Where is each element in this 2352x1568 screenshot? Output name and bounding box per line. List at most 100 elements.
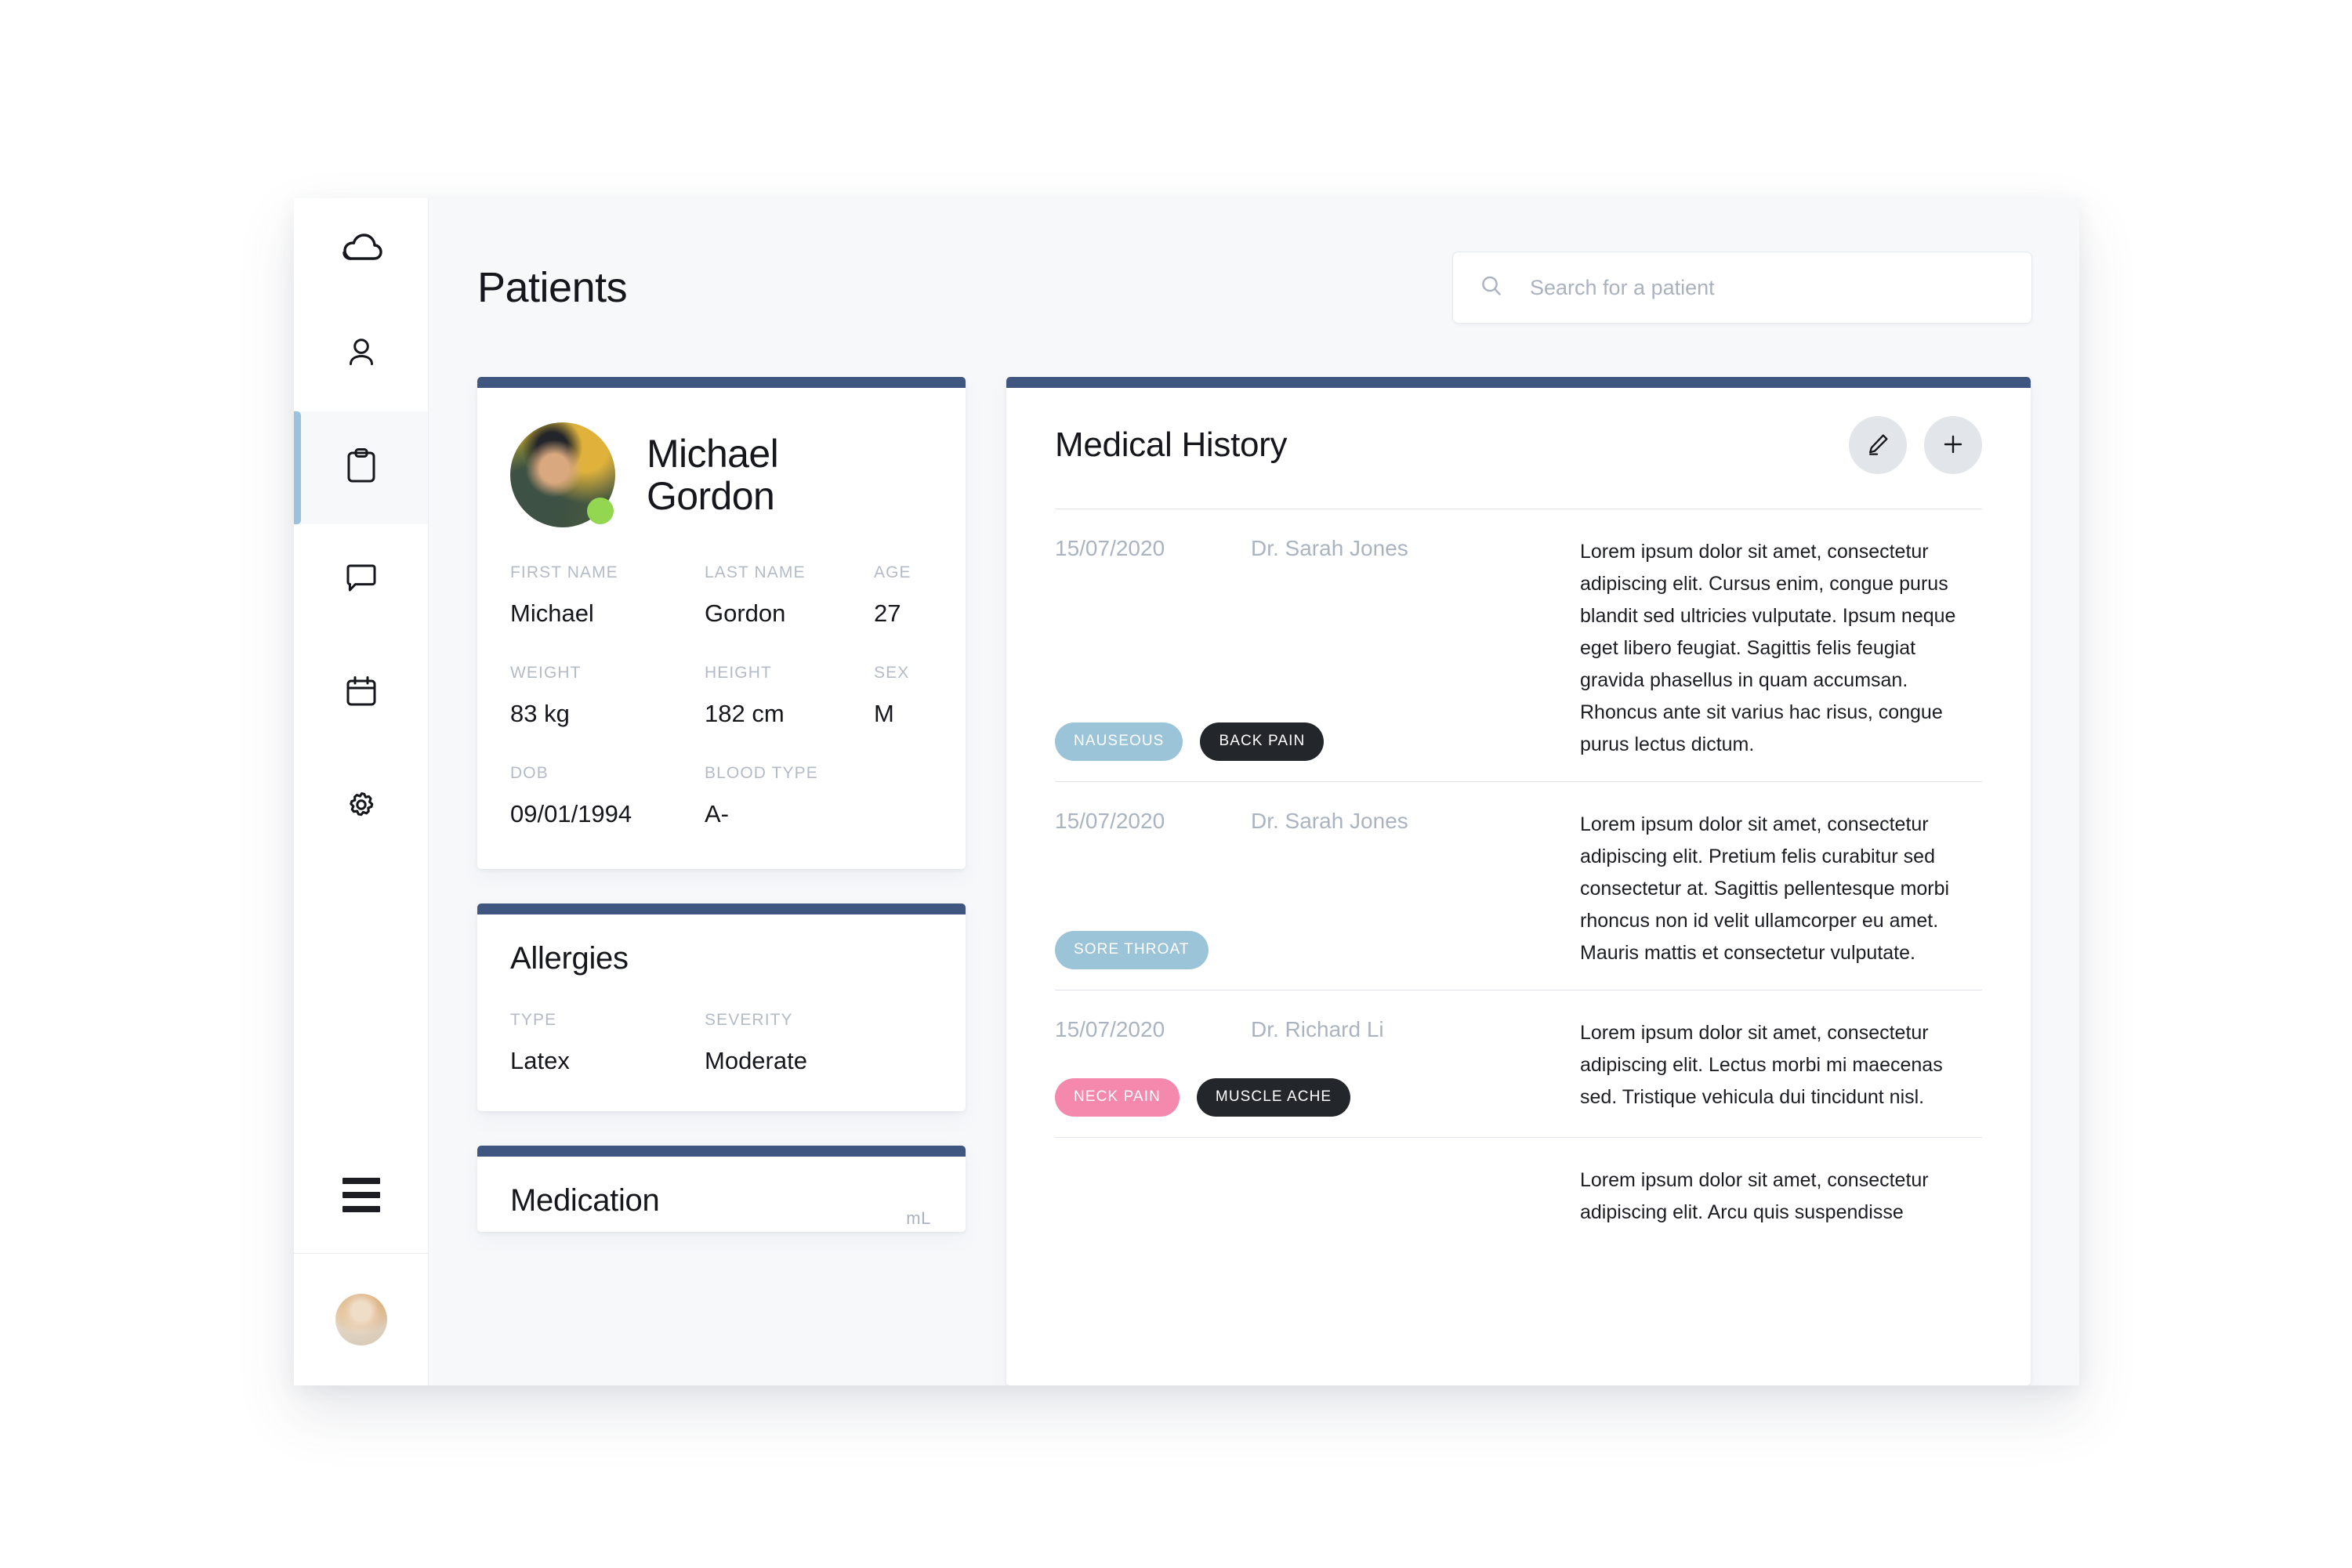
history-entry-doctor: Dr. Sarah Jones [1251,809,1408,833]
history-entry-tags: SORE THROAT [1055,895,1580,969]
history-entry-date: 15/07/2020 [1055,1017,1165,1041]
history-entry-date: 15/07/2020 [1055,809,1165,833]
app-window: Patients Search for a patient Michael Go… [294,198,2079,1385]
content-area: Michael Gordon FIRST NAME Michael LAST N… [429,377,2079,1385]
patient-first-name-display: Michael [647,432,779,476]
field-value: A- [705,800,729,827]
history-entry-body: Lorem ipsum dolor sit amet, consectetur … [1580,1164,1982,1229]
search-box[interactable] [1452,252,2032,324]
plus-icon [1941,432,1966,459]
main-area: Patients Search for a patient Michael Go… [429,198,2079,1385]
history-entry-meta [1055,1164,1580,1229]
medication-card: Medication mL [477,1146,966,1232]
field-sex: SEX M [874,664,909,728]
hamburger-menu-button[interactable] [294,1136,428,1254]
history-entry-body: Lorem ipsum dolor sit amet, consectetur … [1580,536,1982,761]
person-icon [343,335,379,375]
symptom-tag[interactable]: NECK PAIN [1055,1078,1180,1117]
history-entry-doctor: Dr. Richard Li [1251,1017,1384,1041]
field-label: FIRST NAME [510,563,618,581]
field-blood-type: BLOOD TYPE A- [705,764,874,828]
sidebar-user-profile[interactable] [294,1254,428,1385]
history-entry-tags: NECK PAIN MUSCLE ACHE [1055,1042,1580,1117]
medical-history-title: Medical History [1055,425,1288,464]
history-column: Medical History 15/07/2020 Dr. Sarah Jon… [1006,377,2031,1385]
page-header: Patients [429,198,2079,377]
patient-fields-row-1: FIRST NAME Michael LAST NAME Gordon AGE … [510,563,933,628]
symptom-tag[interactable]: MUSCLE ACHE [1196,1078,1351,1117]
field-value: Michael [510,599,594,627]
patient-column: Michael Gordon FIRST NAME Michael LAST N… [477,377,966,1385]
field-label: HEIGHT [705,664,772,682]
status-badge [587,498,614,524]
allergies-title: Allergies [510,941,629,976]
history-entry-text: Lorem ipsum dolor sit amet, consectetur … [1580,1022,1943,1108]
history-entry-date: 15/07/2020 [1055,536,1165,560]
symptom-tag[interactable]: SORE THROAT [1055,931,1209,969]
field-age: AGE 27 [874,563,911,628]
medical-history-card: Medical History 15/07/2020 Dr. Sarah Jon… [1006,377,2031,1385]
chat-icon [343,563,379,599]
history-entry-body: Lorem ipsum dolor sit amet, consectetur … [1580,809,1982,969]
sidebar-item-patients-profile[interactable] [294,299,428,411]
symptom-tag[interactable]: BACK PAIN [1200,722,1325,761]
patient-name: Michael Gordon [647,432,779,518]
search-input[interactable] [1530,275,2005,300]
field-value: Gordon [705,599,786,627]
field-value: M [874,700,894,727]
sidebar-nav [294,299,428,863]
patient-last-name-display: Gordon [647,474,775,518]
allergy-severity-value: Moderate [705,1047,807,1074]
history-entry-text: Lorem ipsum dolor sit amet, consectetur … [1580,813,1950,964]
history-entry-text: Lorem ipsum dolor sit amet, consectetur … [1580,1169,1929,1223]
avatar [335,1294,387,1345]
field-label: SEX [874,664,910,682]
search-container [1452,252,2032,324]
field-height: HEIGHT 182 cm [705,664,874,728]
history-entry-doctor: Dr. Sarah Jones [1251,536,1408,560]
field-label: DOB [510,764,549,782]
field-weight: WEIGHT 83 kg [510,664,705,728]
column-header: SEVERITY [705,1011,793,1029]
allergies-col-type: TYPE Latex [510,1011,705,1075]
field-value: 09/01/1994 [510,800,632,827]
sidebar-item-messages[interactable] [294,524,428,637]
sidebar-item-appointments[interactable] [294,637,428,750]
hamburger-menu-icon [342,1177,380,1212]
history-entry[interactable]: 15/07/2020 Dr. Richard Li NECK PAIN MUSC… [1055,990,1982,1137]
app-logo[interactable] [294,198,428,299]
medication-unit-label: mL [906,1208,931,1228]
pencil-icon [1865,431,1891,460]
edit-history-button[interactable] [1849,416,1907,474]
history-actions [1849,416,1982,474]
history-entry[interactable]: 15/07/2020 Dr. Sarah Jones NAUSEOUS BACK… [1055,509,1982,781]
field-value: 83 kg [510,700,570,727]
sidebar [294,198,429,1385]
history-entry-meta: 15/07/2020 Dr. Richard Li NECK PAIN MUSC… [1055,1017,1580,1117]
field-value: 182 cm [705,700,785,727]
clipboard-icon [344,447,379,489]
field-label: AGE [874,563,911,581]
field-label: LAST NAME [705,563,806,581]
history-entry[interactable]: 15/07/2020 Dr. Sarah Jones SORE THROAT L… [1055,781,1982,990]
cloud-icon [340,232,382,266]
history-entry-meta: 15/07/2020 Dr. Sarah Jones NAUSEOUS BACK… [1055,536,1580,761]
field-label: BLOOD TYPE [705,764,818,782]
history-entry[interactable]: Lorem ipsum dolor sit amet, consectetur … [1055,1137,1982,1249]
search-icon [1480,274,1503,302]
sidebar-item-records[interactable] [294,411,428,524]
sidebar-item-settings[interactable] [294,750,428,863]
field-dob: DOB 09/01/1994 [510,764,705,828]
add-history-button[interactable] [1924,416,1982,474]
patient-header: Michael Gordon [510,388,933,527]
symptom-tag[interactable]: NAUSEOUS [1055,722,1183,761]
history-entry-tags: NAUSEOUS BACK PAIN [1055,686,1580,761]
patient-avatar [510,422,615,527]
field-first-name: FIRST NAME Michael [510,563,705,628]
field-last-name: LAST NAME Gordon [705,563,874,628]
allergies-col-severity: SEVERITY Moderate [705,1011,874,1075]
patient-fields-row-2: WEIGHT 83 kg HEIGHT 182 cm SEX M [510,664,933,728]
patient-fields-row-3: DOB 09/01/1994 BLOOD TYPE A- [510,764,933,828]
column-header: TYPE [510,1011,557,1029]
